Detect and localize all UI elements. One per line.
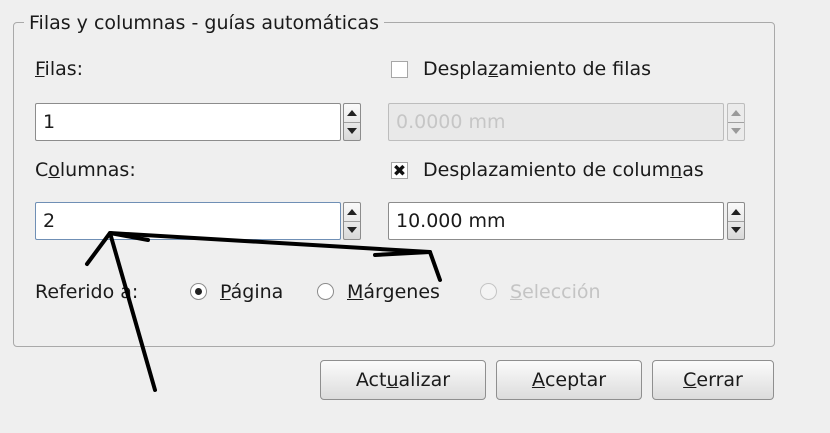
arrow-up-icon [347,110,357,116]
rows-input[interactable]: 1 [35,103,341,141]
columns-offset-spin-buttons[interactable] [727,202,745,240]
arrow-up-icon [347,209,357,215]
arrow-down-icon [731,128,741,134]
update-button[interactable]: Act u alizar [320,360,486,400]
rows-offset-increment-button [728,104,744,123]
columns-offset-decrement-button[interactable] [728,221,744,239]
reference-selection-label: Selección [510,281,601,303]
columns-offset-increment-button[interactable] [728,203,744,222]
close-button[interactable]: Cerrar [652,360,774,400]
arrow-up-icon [731,110,741,116]
columns-offset-input[interactable]: 10.000 mm [388,202,724,240]
group-title: Filas y columnas - guías automáticas [24,9,384,37]
rows-label: Filas: [35,58,84,80]
rows-offset-checkbox[interactable] [391,61,408,78]
rows-increment-button[interactable] [344,104,360,123]
columns-offset-checkbox[interactable]: ✖ [391,162,408,179]
reference-margins-label[interactable]: Márgenes [347,279,440,305]
columns-decrement-button[interactable] [344,221,360,239]
columns-spin-buttons[interactable] [343,202,361,240]
reference-page-label[interactable]: Página [220,279,283,305]
columns-increment-button[interactable] [344,203,360,222]
arrow-up-icon [731,209,741,215]
reference-selection-radio [480,283,497,300]
rows-decrement-button[interactable] [344,122,360,140]
rows-offset-decrement-button [728,122,744,140]
rows-spin-buttons[interactable] [343,103,361,141]
rows-offset-spin-buttons [727,103,745,141]
rows-offset-input: 0.0000 mm [388,103,724,141]
columns-input[interactable]: 2 [35,202,341,240]
arrow-down-icon [347,227,357,233]
columns-label: Columnas: [35,159,136,181]
radio-selected-dot [195,288,202,295]
accept-button[interactable]: Aceptar [496,360,642,400]
arrow-down-icon [347,128,357,134]
arrow-down-icon [731,227,741,233]
reference-page-radio[interactable] [190,283,207,300]
columns-offset-label[interactable]: Desplazamiento de columnas [423,157,704,183]
rows-offset-label[interactable]: Desplazamiento de filas [423,56,651,82]
reference-margins-radio[interactable] [317,283,334,300]
reference-label: Referido a: [35,281,139,303]
